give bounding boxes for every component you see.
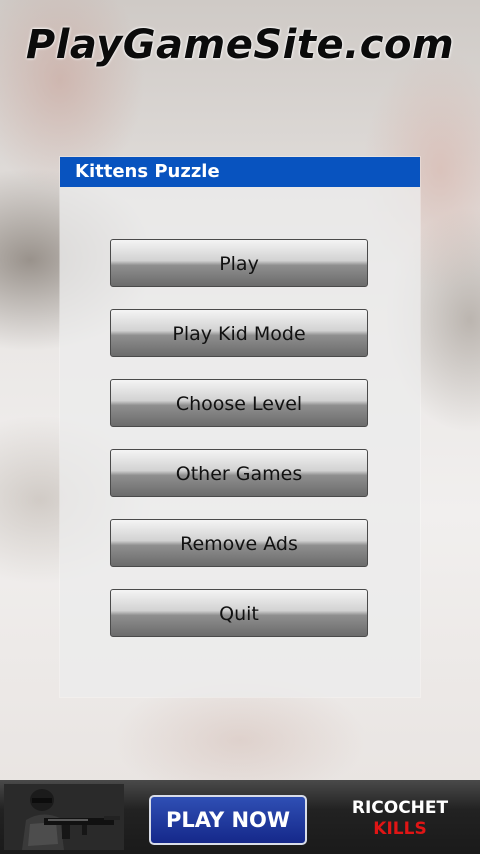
ad-brand-line-2: KILLS [373, 819, 427, 839]
dialog-title: Kittens Puzzle [60, 157, 420, 187]
choose-level-button[interactable]: Choose Level [110, 379, 368, 427]
menu-button-list: Play Play Kid Mode Choose Level Other Ga… [110, 239, 370, 659]
quit-button[interactable]: Quit [110, 589, 368, 637]
remove-ads-button[interactable]: Remove Ads [110, 519, 368, 567]
play-button[interactable]: Play [110, 239, 368, 287]
ad-banner[interactable]: PLAY NOW RICOCHET KILLS [0, 780, 480, 854]
site-logo: PlayGameSite.com [25, 22, 455, 68]
soldier-with-rifle-icon [4, 784, 124, 850]
ad-brand-line-1: RICOCHET [351, 798, 449, 818]
other-games-button[interactable]: Other Games [110, 449, 368, 497]
ad-play-now-button[interactable]: PLAY NOW [149, 795, 307, 845]
ad-brand-logo: RICOCHET KILLS [330, 798, 470, 840]
play-kid-mode-button[interactable]: Play Kid Mode [110, 309, 368, 357]
main-menu-dialog: Kittens Puzzle Play Play Kid Mode Choose… [60, 157, 420, 697]
